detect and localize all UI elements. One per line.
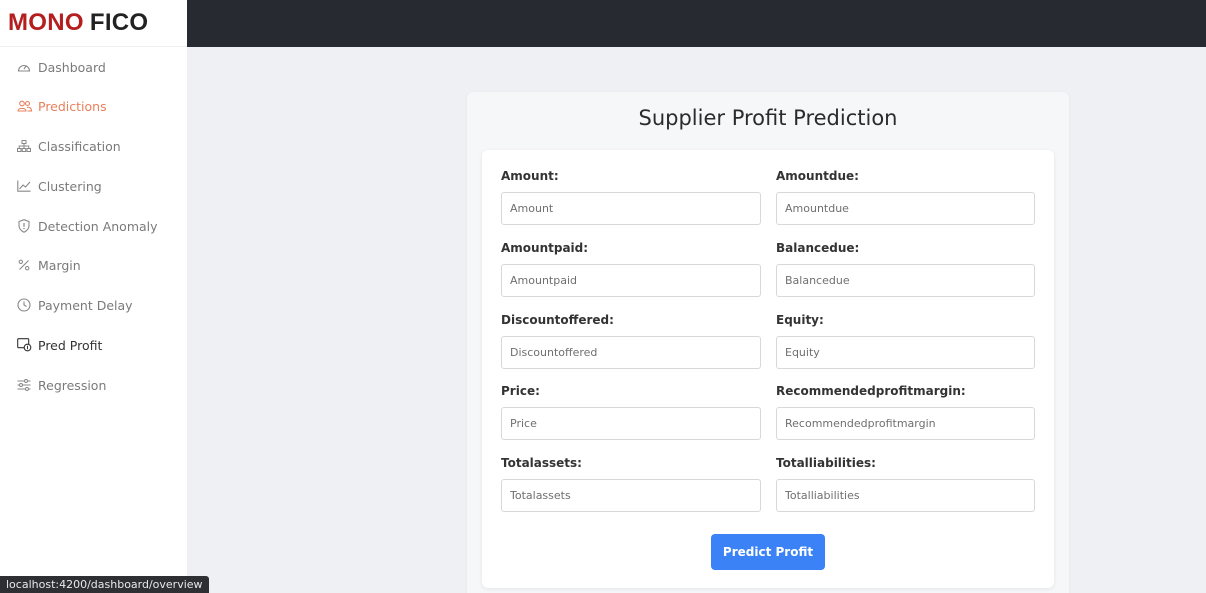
sidebar-item-label: Detection Anomaly: [38, 218, 158, 234]
sidebar-item-label: Dashboard: [38, 59, 106, 75]
balancedue-input[interactable]: [776, 264, 1035, 297]
balancedue-label: Balancedue:: [776, 241, 860, 255]
top-navbar: [187, 0, 1206, 47]
sidebar-item-label: Regression: [38, 377, 107, 393]
recommendedprofitmargin-label: Recommendedprofitmargin:: [776, 384, 966, 398]
equity-label: Equity:: [776, 313, 824, 327]
gauge-icon: [16, 59, 32, 75]
sitemap-icon: [16, 138, 32, 154]
sidebar-item-clustering[interactable]: Clustering: [16, 178, 102, 194]
recommendedprofitmargin-input[interactable]: [776, 407, 1035, 440]
totalassets-label: Totalassets:: [501, 456, 582, 470]
discountoffered-label: Discountoffered:: [501, 313, 614, 327]
totalassets-input[interactable]: [501, 479, 761, 512]
sidebar-item-classification[interactable]: Classification: [16, 138, 121, 154]
price-label: Price:: [501, 384, 540, 398]
sidebar-item-label: Predictions: [38, 98, 107, 114]
sidebar-item-pred-profit[interactable]: Pred Profit: [16, 337, 102, 353]
sidebar-item-label: Payment Delay: [38, 297, 133, 313]
totalliabilities-label: Totalliabilities:: [776, 456, 876, 470]
page-title: Supplier Profit Prediction: [638, 106, 898, 130]
sidebar-item-regression[interactable]: Regression: [16, 377, 106, 393]
predict-profit-button[interactable]: Predict Profit: [711, 534, 825, 570]
amountdue-label: Amountdue:: [776, 169, 859, 183]
prediction-form: Amount: Amountdue: Amountpaid: Balancedu…: [482, 150, 1054, 588]
amountpaid-input[interactable]: [501, 264, 761, 297]
discountoffered-input[interactable]: [501, 336, 761, 369]
amount-label: Amount:: [501, 169, 559, 183]
logo-fico: FICO: [89, 9, 149, 36]
status-url-tooltip: localhost:4200/dashboard/overview: [0, 576, 209, 593]
users-icon: [16, 98, 32, 114]
price-input[interactable]: [501, 407, 761, 440]
clock-icon: [16, 297, 32, 313]
sidebar-item-margin[interactable]: Margin: [16, 257, 81, 273]
prediction-card: Supplier Profit Prediction Amount: Amoun…: [467, 92, 1069, 593]
sidebar-item-label: Margin: [38, 257, 81, 273]
sidebar-item-label: Clustering: [38, 178, 102, 194]
money-check-icon: [16, 337, 32, 353]
line-chart-icon: [16, 178, 32, 194]
sidebar-item-label: Pred Profit: [38, 337, 103, 353]
shield-icon: [16, 218, 32, 234]
equity-input[interactable]: [776, 336, 1035, 369]
sidebar-item-detection-anomaly[interactable]: Detection Anomaly: [16, 218, 158, 234]
totalliabilities-input[interactable]: [776, 479, 1035, 512]
amountdue-input[interactable]: [776, 192, 1035, 225]
amountpaid-label: Amountpaid:: [501, 241, 589, 255]
logo-mono: MONO: [8, 9, 84, 36]
percent-icon: [16, 257, 32, 273]
amount-input[interactable]: [501, 192, 761, 225]
sidebar-item-label: Classification: [38, 138, 121, 154]
sidebar-item-dashboard[interactable]: Dashboard: [16, 59, 106, 75]
sliders-icon: [16, 377, 32, 393]
sidebar-item-payment-delay[interactable]: Payment Delay: [16, 297, 133, 313]
sidebar: MONO FICO Dashboard Predictions Classifi…: [0, 0, 187, 593]
app-logo[interactable]: MONO FICO: [0, 0, 187, 47]
sidebar-item-predictions[interactable]: Predictions: [16, 98, 107, 114]
